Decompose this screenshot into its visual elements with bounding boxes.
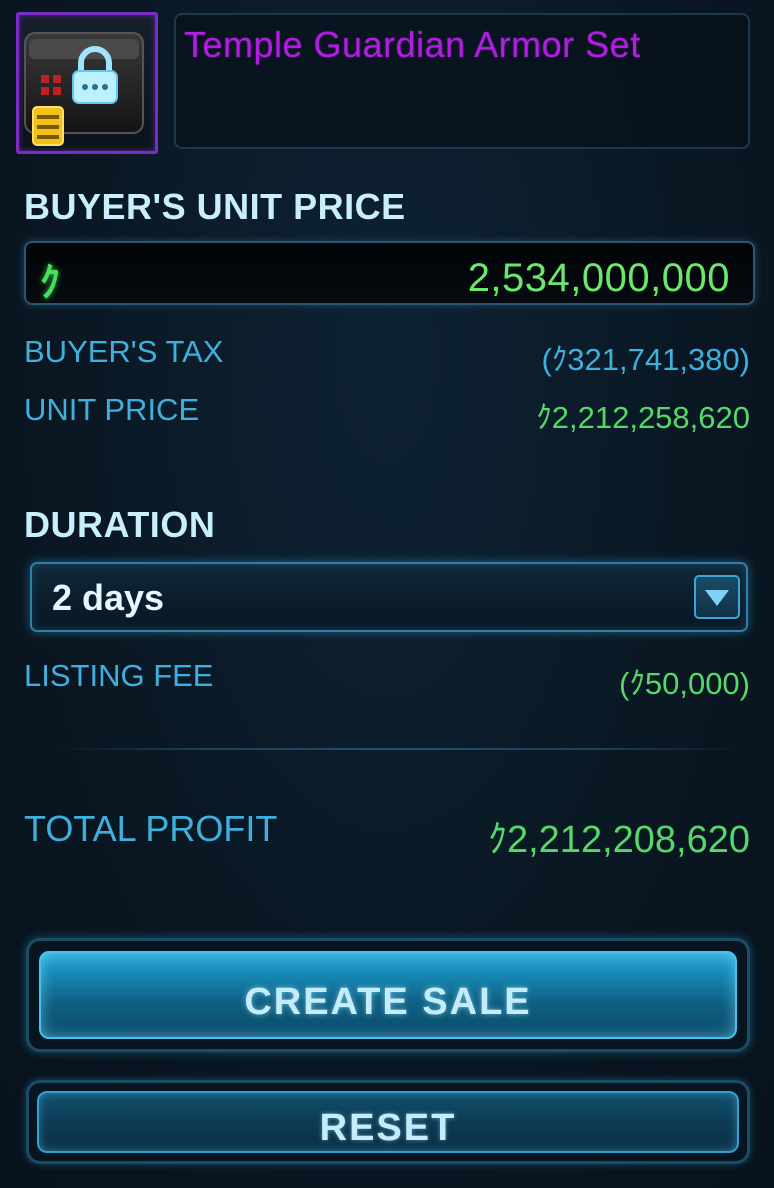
buyers-unit-price-value: 2,534,000,000 — [467, 256, 730, 300]
unit-price-label: UNIT PRICE — [24, 392, 200, 427]
total-profit-value: ｸ2,212,208,620 — [487, 819, 750, 861]
reset-label: RESET — [319, 1107, 457, 1149]
buyers-tax-value: (ｸ321,741,380) — [541, 342, 750, 377]
listing-fee-value: (ｸ50,000) — [619, 666, 750, 701]
listing-fee-label: LISTING FEE — [24, 658, 214, 693]
unit-price-value: ｸ2,212,258,620 — [536, 400, 750, 435]
duration-heading: DURATION — [24, 504, 216, 545]
total-profit-label: TOTAL PROFIT — [24, 808, 278, 849]
duration-selected-value: 2 days — [52, 577, 165, 618]
locked-chest-icon — [24, 32, 144, 146]
buyers-unit-price-heading: BUYER'S UNIT PRICE — [24, 186, 406, 227]
create-sale-button-face: CREATE SALE — [39, 951, 737, 1039]
item-icon-frame[interactable] — [16, 12, 158, 154]
buyers-tax-label: BUYER'S TAX — [24, 334, 224, 369]
reset-button[interactable]: RESET — [26, 1080, 750, 1164]
divider — [60, 748, 740, 750]
dropdown-toggle-button[interactable] — [694, 575, 740, 619]
chevron-down-icon — [705, 590, 729, 606]
item-name: Temple Guardian Armor Set — [184, 24, 641, 65]
create-sale-label: CREATE SALE — [244, 981, 532, 1023]
credits-icon: ｸ — [40, 261, 60, 305]
reset-button-face: RESET — [37, 1091, 739, 1153]
create-sale-button[interactable]: CREATE SALE — [26, 938, 750, 1052]
